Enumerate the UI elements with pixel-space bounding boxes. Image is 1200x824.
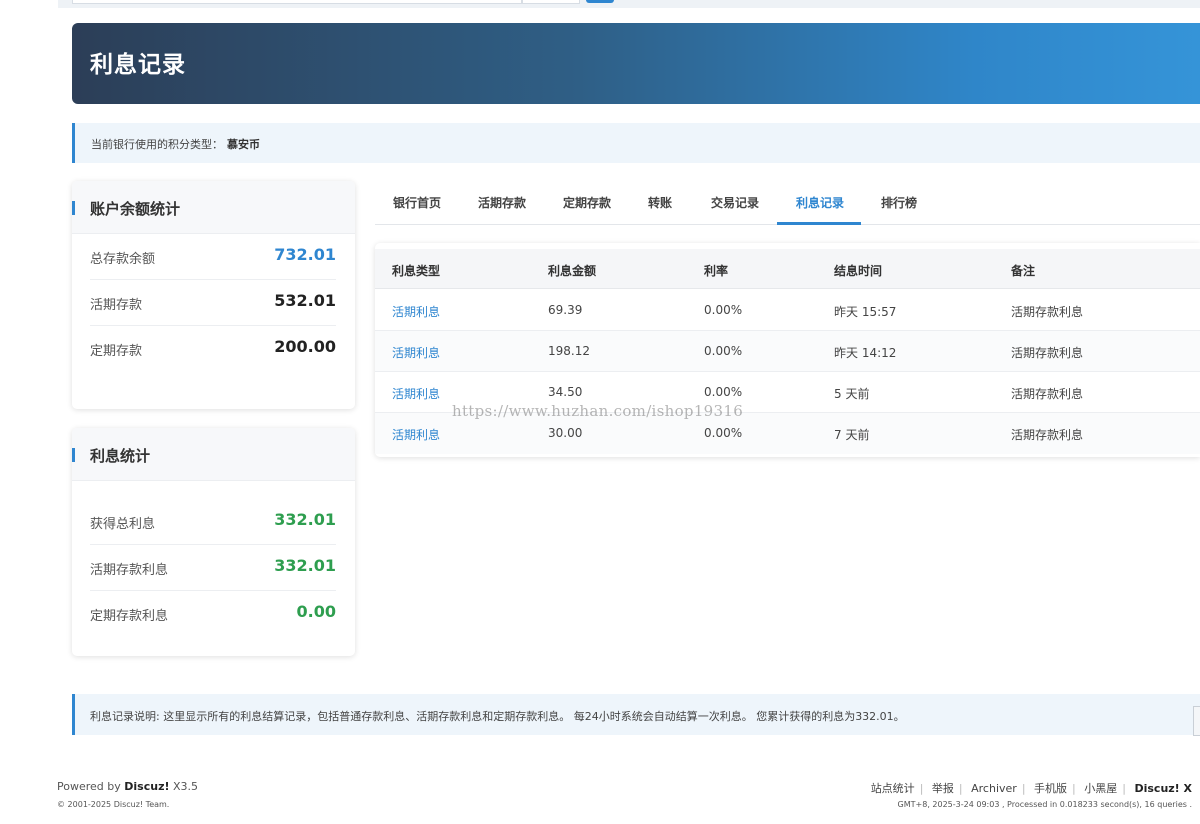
tab-transactions[interactable]: 交易记录 [711,194,759,211]
footer-links: 站点统计 | 举报 | Archiver | 手机版 | 小黑屋 | Discuz! X [871,780,1192,796]
table-cell: 198.12 [548,344,590,358]
version-text: X3.5 [173,780,199,793]
table-cell: 5 天前 [834,387,870,401]
separator: | [958,782,963,795]
balance-card-header: 账户余额统计 [72,181,355,234]
table-cell: 活期存款利息 [1011,346,1084,360]
balance-row-fixed: 定期存款 200.00 [90,326,336,372]
table-cell: 0.00% [704,385,743,399]
active-tab-indicator [777,222,861,225]
balance-value: 532.01 [274,291,336,310]
interest-label: 定期存款利息 [90,609,169,624]
interest-label: 活期存款利息 [90,563,169,578]
table-row: 活期利息 69.39 0.00% 昨天 15:57 活期存款利息 [375,290,1200,331]
currency-label: 当前银行使用的积分类型： [91,138,223,151]
balance-row-total: 总存款余额 732.01 [90,234,336,280]
interest-label: 获得总利息 [90,517,156,532]
interest-value: 332.01 [274,510,336,529]
balance-label: 定期存款 [90,344,143,359]
interest-type-link[interactable]: 活期利息 [392,385,440,402]
page-title: 利息记录 [90,52,186,78]
separator: | [1122,782,1126,795]
tab-transfer[interactable]: 转账 [648,194,672,211]
balance-label: 总存款余额 [90,252,156,267]
interest-card-title: 利息统计 [90,447,151,465]
table-cell: 昨天 15:57 [834,305,897,319]
footer-link-mobile[interactable]: 手机版 [1034,782,1067,795]
search-type-select[interactable] [522,0,580,4]
footer-brand-link[interactable]: Discuz! X [1134,782,1192,795]
page-banner: 利息记录 [72,23,1200,104]
tab-bank-home[interactable]: 银行首页 [393,194,441,211]
interest-type-link[interactable]: 活期利息 [392,303,440,320]
table-cell: 活期存款利息 [1011,428,1084,442]
column-header: 利息金额 [548,264,597,278]
interest-type-link[interactable]: 活期利息 [392,426,440,443]
tab-ranking[interactable]: 排行榜 [881,194,917,211]
footer-copyright: © 2001-2025 Discuz! Team. [57,800,170,809]
column-header: 利率 [704,264,729,278]
table-header: 利息类型 利息金额 利率 结息时间 备注 [375,249,1200,289]
table-cell: 0.00% [704,303,743,317]
table-cell: 30.00 [548,426,583,440]
currency-notice: 当前银行使用的积分类型： 慕安币 [72,123,1200,163]
bank-tabs: 银行首页 活期存款 定期存款 转账 交易记录 利息记录 排行榜 [375,181,1200,225]
separator: | [919,782,924,795]
footer-link-stats[interactable]: 站点统计 [871,782,915,795]
column-header: 利息类型 [392,264,441,278]
balance-row-current: 活期存款 532.01 [90,280,336,326]
interest-type-link[interactable]: 活期利息 [392,344,440,361]
separator: | [1072,782,1076,795]
footer-powered-by: Powered by Discuz! X3.5 [57,780,198,793]
search-button[interactable] [586,0,614,3]
footer-link-archiver[interactable]: Archiver [971,782,1017,795]
balance-card: 账户余额统计 总存款余额 732.01 活期存款 532.01 定期存款 200… [72,181,355,409]
table-cell: 昨天 14:12 [834,346,897,360]
table-cell: 0.00% [704,344,743,358]
watermark-text: https://www.huzhan.com/ishop19316 [452,402,744,420]
table-cell: 活期存款利息 [1011,387,1084,401]
interest-value: 0.00 [296,602,336,621]
interest-table: 利息类型 利息金额 利率 结息时间 备注 活期利息 69.39 0.00% 昨天… [375,243,1200,457]
interest-info-text: 利息记录说明: 这里显示所有的利息结算记录，包括普通存款利息、活期存款利息和定期… [90,710,905,723]
powered-prefix: Powered by [57,780,121,793]
side-panel-toggle[interactable] [1193,706,1200,736]
column-header: 结息时间 [834,264,883,278]
table-cell: 34.50 [548,385,583,399]
interest-row-total: 获得总利息 332.01 [90,499,336,545]
search-input[interactable] [72,0,522,4]
table-cell: 0.00% [704,426,743,440]
tab-fixed-deposit[interactable]: 定期存款 [563,194,611,211]
separator: | [1021,782,1026,795]
table-row: 活期利息 198.12 0.00% 昨天 14:12 活期存款利息 [375,331,1200,372]
tab-current-deposit[interactable]: 活期存款 [478,194,526,211]
interest-card: 利息统计 获得总利息 332.01 活期存款利息 332.01 定期存款利息 0… [72,428,355,656]
balance-label: 活期存款 [90,298,143,313]
table-cell: 69.39 [548,303,583,317]
discuz-link[interactable]: Discuz! [124,780,169,793]
top-search-bar [58,0,1200,8]
footer-link-blackroom[interactable]: 小黑屋 [1084,782,1117,795]
footer-link-report[interactable]: 举报 [932,782,954,795]
column-header: 备注 [1011,264,1036,278]
interest-card-header: 利息统计 [72,428,355,481]
interest-row-fixed: 定期存款利息 0.00 [90,591,336,637]
table-cell: 7 天前 [834,428,870,442]
currency-value: 慕安币 [227,138,260,151]
tab-interest-records[interactable]: 利息记录 [796,194,844,211]
interest-info-bar: 利息记录说明: 这里显示所有的利息结算记录，包括普通存款利息、活期存款利息和定期… [72,694,1200,736]
footer-meta: GMT+8, 2025-3-24 09:03 , Processed in 0.… [897,800,1192,809]
balance-card-title: 账户余额统计 [90,200,181,218]
table-cell: 活期存款利息 [1011,305,1084,319]
interest-row-current: 活期存款利息 332.01 [90,545,336,591]
interest-value: 332.01 [274,556,336,575]
balance-value: 732.01 [274,245,336,264]
balance-value: 200.00 [274,337,336,356]
